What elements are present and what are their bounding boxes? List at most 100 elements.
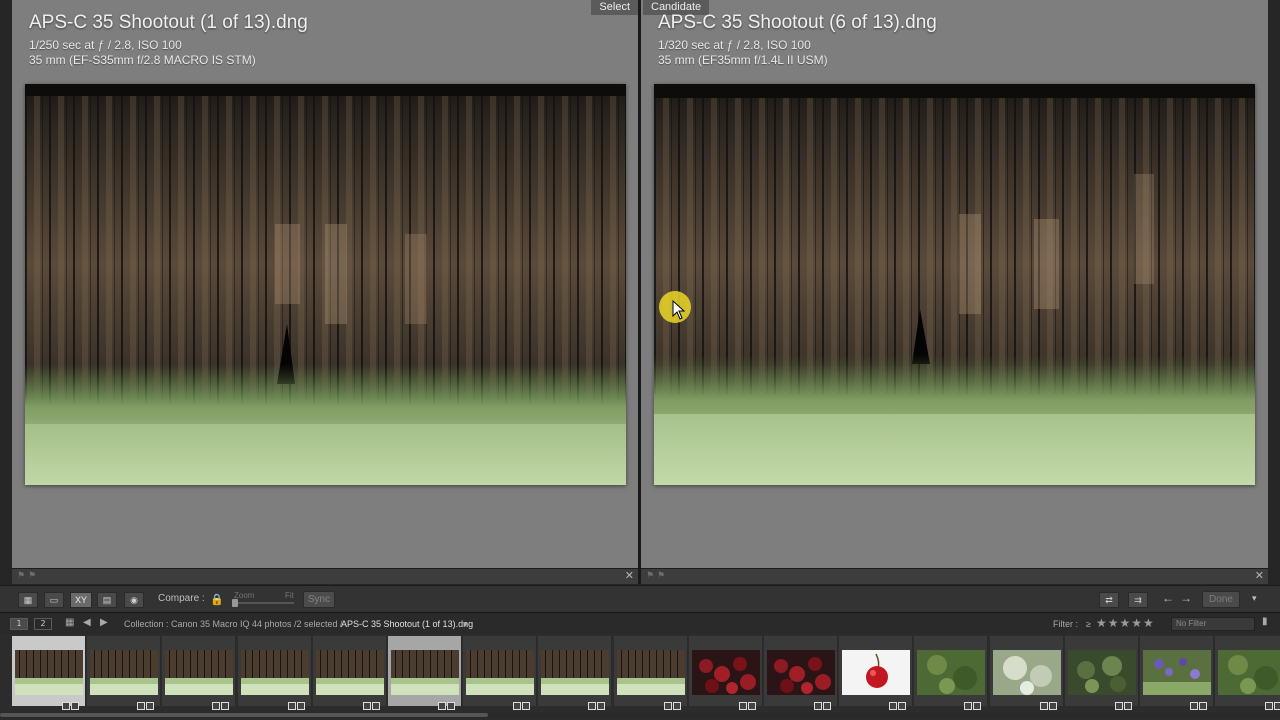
thumbnail-badge-icon [362, 695, 382, 710]
filmstrip-thumbnail[interactable] [162, 636, 237, 710]
select-badge: Select [591, 0, 638, 15]
sync-button[interactable]: Sync [303, 591, 335, 608]
filmstrip-thumbnail[interactable] [764, 636, 838, 710]
thumbnail-image [616, 650, 685, 695]
barn-photo-left [25, 84, 626, 485]
filmstrip-thumbnail[interactable] [1064, 636, 1139, 710]
thumbnail-badge-icon [512, 695, 532, 710]
select-photo-title: APS-C 35 Shootout (1 of 13).dng [29, 12, 308, 33]
select-lens: 35 mm (EF-S35mm f/2.8 MACRO IS STM) [29, 53, 256, 67]
forward-arrow-icon[interactable]: ▶ [100, 617, 108, 628]
thumbnail-image [466, 650, 535, 695]
barn-photo-right [654, 84, 1255, 485]
thumbnail-badge-icon [738, 695, 758, 710]
thumbnail-badge-icon [888, 695, 908, 710]
filter-preset-value: No Filter [1176, 619, 1207, 628]
flag-icon[interactable]: ⚑ [646, 571, 654, 581]
filmstrip-thumbnail[interactable] [237, 636, 312, 710]
thumbnail-badge-icon [287, 695, 307, 710]
filter-preset-select[interactable]: No Filter [1171, 617, 1255, 631]
filmstrip-thumbnail[interactable] [1215, 636, 1280, 710]
grid-icon[interactable]: ▦ [65, 617, 74, 628]
thumbnail-image [1067, 650, 1136, 695]
filmstrip-thumbnail[interactable] [87, 636, 162, 710]
filmstrip-scroll-thumb[interactable] [0, 713, 488, 717]
candidate-photo-meta: 1/320 sec at ƒ / 2.8, ISO 100 35 mm (EF3… [658, 38, 828, 68]
zoom-slider-track[interactable] [234, 602, 294, 604]
thumbnail-badge-icon [136, 695, 156, 710]
filmstrip-thumbnail[interactable] [312, 636, 387, 710]
done-button[interactable]: Done [1202, 591, 1240, 608]
thumbnail-badge-icon [1264, 695, 1280, 710]
window-tab-1[interactable]: 1 [10, 618, 28, 630]
window-tab-2[interactable]: 2 [34, 618, 52, 630]
filmstrip-thumbnail[interactable] [613, 636, 688, 710]
survey-view-icon[interactable]: ▤ [97, 592, 117, 608]
thumbnail-image [391, 650, 459, 695]
candidate-pane[interactable]: Candidate APS-C 35 Shootout (6 of 13).dn… [641, 0, 1268, 568]
thumbnail-badge-icon [1039, 695, 1059, 710]
filmstrip-thumbnail[interactable] [538, 636, 613, 710]
filmstrip-thumbnail[interactable] [914, 636, 989, 710]
previous-arrow-icon[interactable]: ← [1162, 591, 1174, 605]
thumbnail-image [240, 650, 309, 695]
make-select-icon[interactable]: ⇉ [1128, 592, 1148, 608]
fit-label: Fit [285, 591, 294, 600]
thumbnail-image [767, 650, 835, 695]
flag-reject-icon[interactable]: ⚑ [657, 571, 665, 581]
filter-toggle-icon[interactable]: ▮ [1262, 616, 1268, 627]
filename-chevron-icon[interactable]: ▾ [463, 619, 468, 630]
people-view-icon[interactable]: ◉ [124, 592, 144, 608]
thumbnail-image [917, 650, 986, 695]
filter-operator[interactable]: ≥ [1086, 619, 1091, 629]
collection-path[interactable]: Collection : Canon 35 Macro IQ [124, 619, 250, 629]
filmstrip-thumbnail[interactable] [839, 636, 914, 710]
rating-filter-stars[interactable]: ★★★★★ [1096, 616, 1155, 630]
select-photo[interactable] [25, 84, 626, 485]
lock-icon[interactable]: 🔒 [210, 593, 224, 606]
select-pane-footer: ⚑ ⚑ ✕ [12, 568, 638, 584]
filmstrip-thumbnail[interactable] [1140, 636, 1214, 710]
thumbnail-image [15, 650, 83, 695]
loupe-view-icon[interactable]: ▭ [44, 592, 64, 608]
flag-icon[interactable]: ⚑ [17, 571, 25, 581]
compare-view-icon[interactable]: XY [70, 592, 92, 608]
filmstrip[interactable] [0, 634, 1280, 720]
next-arrow-icon[interactable]: → [1180, 591, 1192, 605]
thumbnail-image [541, 650, 610, 695]
grid-view-icon[interactable]: ▦ [18, 592, 38, 608]
zoom-slider-knob[interactable] [232, 599, 238, 607]
flag-reject-icon[interactable]: ⚑ [28, 571, 36, 581]
filmstrip-thumbnail[interactable] [463, 636, 538, 710]
thumbnail-badge-icon [437, 695, 457, 710]
thumbnail-image [842, 650, 911, 695]
mouse-pointer-icon [672, 300, 686, 320]
thumbnail-image [992, 650, 1061, 695]
lightroom-compare-view: Select APS-C 35 Shootout (1 of 13).dng 1… [0, 0, 1280, 720]
toolbar-menu-chevron-icon[interactable]: ▾ [1252, 593, 1257, 604]
thumbnail-image [1218, 650, 1280, 695]
filmstrip-thumbnail[interactable] [688, 636, 763, 710]
filter-label: Filter : [1053, 619, 1079, 629]
candidate-photo[interactable] [654, 84, 1255, 485]
thumbnail-image [315, 650, 384, 695]
filmstrip-thumbnail[interactable] [12, 636, 86, 710]
current-filename[interactable]: APS-C 35 Shootout (1 of 13).dng [341, 619, 473, 629]
candidate-photo-title: APS-C 35 Shootout (6 of 13).dng [658, 12, 937, 33]
candidate-lens: 35 mm (EF35mm f/1.4L II USM) [658, 53, 828, 67]
thumbnail-badge-icon [1189, 695, 1209, 710]
close-select-icon[interactable]: ✕ [625, 569, 634, 582]
compare-toolbar: ▦ ▭ XY ▤ ◉ Compare : 🔒 Zoom Fit Sync ⇄ ⇉… [0, 585, 1280, 613]
select-photo-meta: 1/250 sec at ƒ / 2.8, ISO 100 35 mm (EF-… [29, 38, 256, 68]
thumbnail-badge-icon [963, 695, 983, 710]
close-candidate-icon[interactable]: ✕ [1255, 569, 1264, 582]
filmstrip-thumbnail[interactable] [388, 636, 462, 710]
select-pane[interactable]: Select APS-C 35 Shootout (1 of 13).dng 1… [12, 0, 638, 568]
photo-count: 44 photos /2 selected / [252, 619, 343, 629]
filmstrip-thumbnail[interactable] [989, 636, 1064, 710]
thumbnail-badge-icon [587, 695, 607, 710]
compare-label: Compare : [158, 593, 205, 604]
back-arrow-icon[interactable]: ◀ [83, 617, 91, 628]
thumbnail-image [90, 650, 159, 695]
swap-icon[interactable]: ⇄ [1099, 592, 1119, 608]
